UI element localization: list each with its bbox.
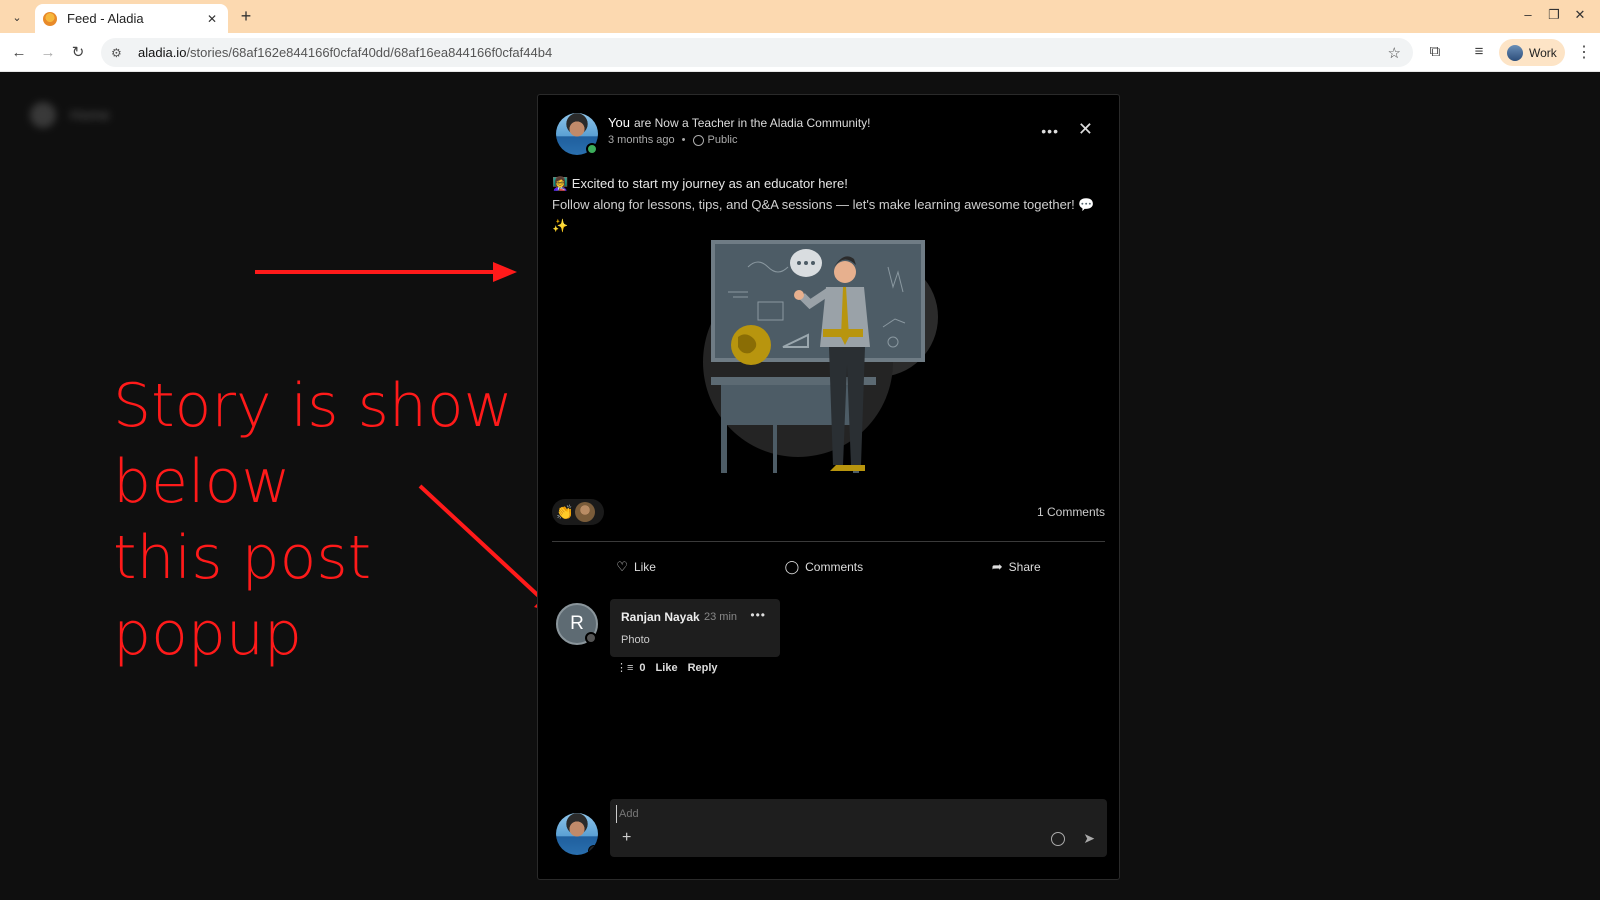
bookmark-star-icon[interactable]: ☆ [1388,44,1401,62]
home-icon [30,102,56,128]
profile-avatar [1507,44,1523,61]
post-text-line-2: Follow along for lessons, tips, and Q&A … [552,197,1095,233]
post-time: 3 months ago [608,134,675,146]
comment-actions: ⋮≡ 0 Like Reply [616,661,728,675]
send-icon[interactable]: ➤ [1083,830,1095,847]
comment-time: 23 min [704,611,738,623]
address-bar[interactable]: ⚙ aladia.io/stories/68af162e844166f0cfaf… [101,38,1413,67]
profile-button[interactable]: Work [1499,39,1565,66]
annotation-line: Story is show [113,371,513,441]
post-visibility: Public [707,134,738,146]
commenter-initial: R [570,613,584,634]
tab-title: Feed - Aladia [67,11,144,26]
comments-label: Comments [805,560,864,574]
like-button[interactable]: ♡ Like [616,557,656,577]
tab-close-icon[interactable]: ✕ [204,12,220,26]
commenter-avatar[interactable]: R [556,603,598,645]
profile-label: Work [1529,45,1557,60]
thread-icon: ⋮≡ [616,662,634,674]
browser-tabbar: ⌄ Feed - Aladia ✕ + – ❐ ✕ [0,0,1600,33]
share-label: Share [1008,560,1041,574]
post-author[interactable]: You [608,115,630,130]
like-label: Like [633,560,656,574]
share-button[interactable]: ➦ Share [992,557,1041,577]
reactions-summary[interactable]: 👏 [552,499,604,525]
comment-composer: + ➤ [610,799,1107,857]
new-tab-button[interactable]: + [236,6,256,26]
composer-avatar[interactable]: ⌄ [556,813,598,855]
commenter-status-dot [585,632,597,644]
post-header: You are Now a Teacher in the Aladia Commu… [556,113,1101,155]
extensions-icon[interactable]: ⧉ [1425,43,1445,60]
post-divider [552,541,1105,542]
home-label: Home [70,106,111,124]
blurred-home-nav: Home [30,102,110,128]
chevron-down-icon[interactable]: ⌄ [588,845,598,855]
annotation-line: popup [113,599,302,669]
meta-separator: • [681,134,686,146]
comment-like-button[interactable]: Like [656,662,678,674]
arrow-right-head [493,262,517,282]
browser-menu-icon[interactable]: ⋮ [1576,42,1592,62]
forward-icon[interactable]: → [37,42,59,64]
comment-more-options-icon[interactable]: ••• [750,608,766,622]
post-popup: You are Now a Teacher in the Aladia Commu… [537,94,1120,880]
window-close-icon[interactable]: ✕ [1570,7,1590,23]
post-image-teacher-illustration[interactable] [703,237,948,477]
reload-icon[interactable]: ↻ [67,42,89,64]
comment-bubble: Ranjan Nayak 23 min ••• Photo [610,599,780,657]
comments-count[interactable]: 1 Comments [1037,505,1105,519]
tab-list-chevron-icon[interactable]: ⌄ [7,7,27,27]
annotation-line: below [113,447,291,517]
post-headline: are Now a Teacher in the Aladia Communit… [633,116,871,130]
post-body: 👩‍🏫 Excited to start my journey as an ed… [552,173,1105,236]
aladia-favicon-icon [43,11,57,26]
url-host: aladia.io [138,45,187,60]
restore-icon[interactable]: ❐ [1544,7,1564,23]
post-more-options-icon[interactable]: ••• [1041,123,1059,139]
reactor-avatar [575,502,596,522]
back-icon[interactable]: ← [8,42,30,64]
browser-tab-active[interactable]: Feed - Aladia ✕ [35,4,228,33]
site-info-icon[interactable]: ⚙ [111,46,125,60]
comment-input[interactable] [616,805,1076,823]
page-backdrop: Home Story is show below this post popup… [0,72,1600,900]
annotation-text: Story is show below this post popup [113,368,513,672]
minimize-icon[interactable]: – [1518,7,1538,22]
url-path: /stories/68af162e844166f0cfaf40dd/68af16… [186,45,553,60]
media-controls-icon[interactable]: ≡ [1469,43,1489,60]
comment-author[interactable]: Ranjan Nayak [621,610,700,624]
add-attachment-icon[interactable]: + [622,829,631,847]
close-popup-icon[interactable]: ✕ [1078,119,1093,140]
comment-reply-button[interactable]: Reply [688,662,718,674]
post-actions: ♡ Like ◯ Comments ➦ Share [552,557,1105,577]
share-arrow-icon: ➦ [991,559,1003,574]
post-text-line-1: 👩‍🏫 Excited to start my journey as an ed… [552,176,848,191]
heart-icon: ♡ [616,559,628,574]
globe-icon [692,134,704,146]
emoji-icon[interactable] [1051,832,1065,846]
post-header-text: You are Now a Teacher in the Aladia Commu… [608,115,871,146]
clap-emoji-icon: 👏 [556,503,574,520]
comment-bubble-icon: ◯ [784,559,800,574]
thread-count: 0 [639,661,646,674]
annotation-line: this post [113,523,372,593]
comments-button[interactable]: ◯ Comments [785,557,864,577]
online-status-dot [586,143,598,155]
comment-text: Photo [621,634,650,646]
browser-toolbar: ← → ↻ ⚙ aladia.io/stories/68af162e844166… [0,33,1600,72]
